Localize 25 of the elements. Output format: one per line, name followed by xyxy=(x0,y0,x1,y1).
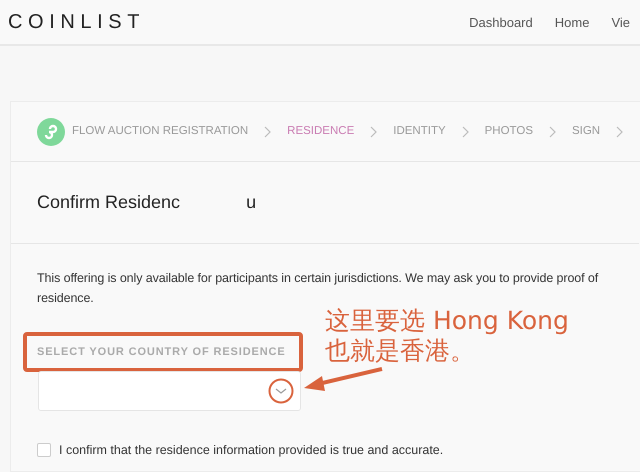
annotation-text: 这里要选 Hong Kong xyxy=(325,306,569,336)
page-title: Confirm Residenc xyxy=(37,191,180,214)
flow-logo-icon xyxy=(37,118,65,146)
annotation-text: 也就是香港。 xyxy=(325,336,476,366)
step-tab[interactable]: IDENTITY xyxy=(393,122,446,140)
step-tab[interactable]: RESIDENCE xyxy=(287,122,354,140)
chevron-right-icon xyxy=(549,126,556,138)
nav-link[interactable]: Vie xyxy=(611,13,630,33)
step-tab[interactable]: FLOW AUCTION REGISTRATION xyxy=(72,122,248,140)
description-text: This offering is only available for participants in certain jurisdictions. We may ask you to provide proof of residence. xyxy=(37,270,600,307)
chevron-right-icon xyxy=(370,126,378,138)
confirm-checkbox[interactable] xyxy=(37,443,51,458)
logo[interactable]: COINLIST xyxy=(8,7,146,37)
nav-link[interactable]: Home xyxy=(554,13,590,33)
step-tab[interactable]: PHOTOS xyxy=(484,122,533,140)
chevron-right-icon xyxy=(462,126,469,138)
step-tab[interactable]: SIGN xyxy=(572,122,600,140)
nav-link[interactable]: Dashboard xyxy=(469,13,533,33)
chevron-right-icon xyxy=(616,126,624,138)
country-select[interactable] xyxy=(38,371,301,411)
field-label: SELECT YOUR COUNTRY OF RESIDENCE xyxy=(37,344,286,360)
checkbox-label: I confirm that the residence information provided is true and accurate. xyxy=(59,442,444,459)
chevron-down-icon xyxy=(268,378,294,404)
page-title: u xyxy=(246,191,256,214)
chevron-right-icon xyxy=(264,126,272,138)
